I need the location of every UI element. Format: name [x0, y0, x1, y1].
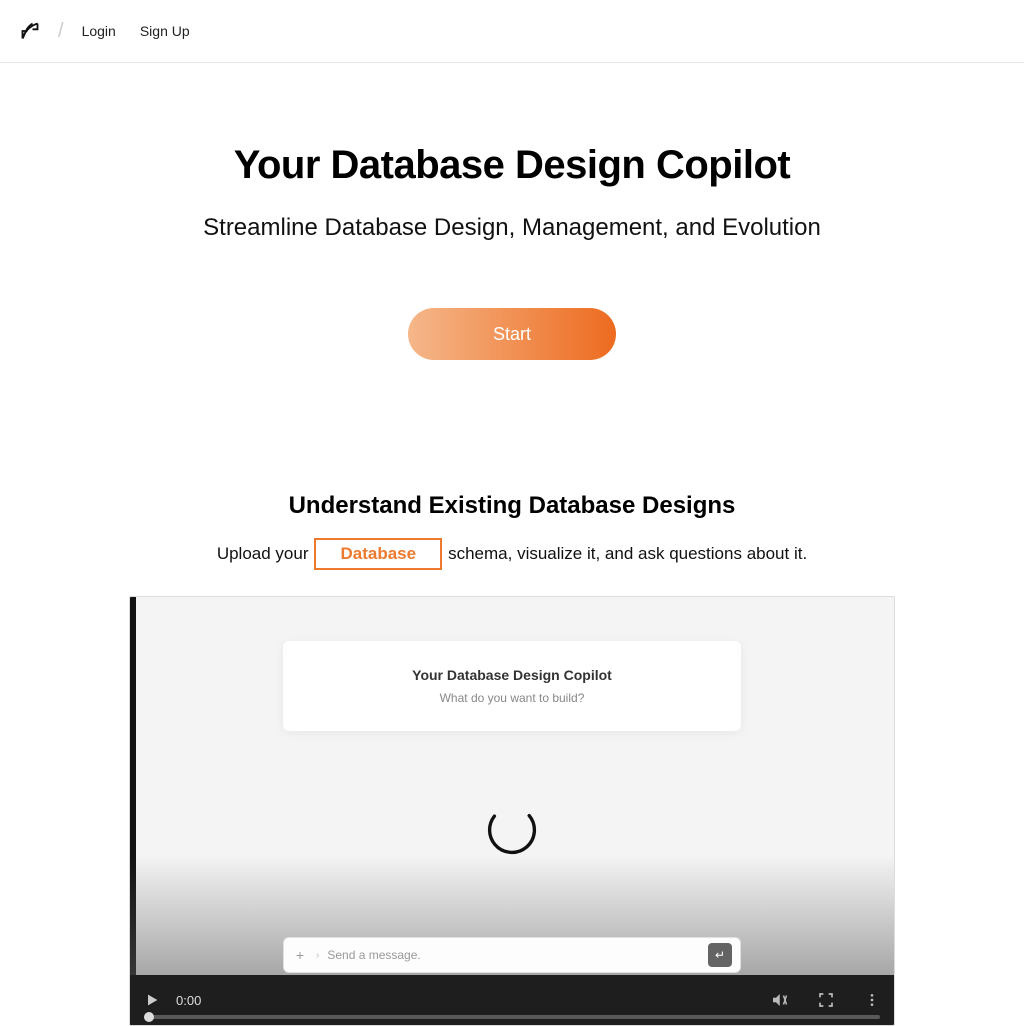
start-button[interactable]: Start	[408, 308, 616, 360]
hero-subtitle: Streamline Database Design, Management, …	[0, 214, 1024, 242]
chevron-right-icon: ›	[316, 950, 319, 961]
video-card: Your Database Design Copilot What do you…	[283, 641, 741, 731]
send-button[interactable]: ↵	[708, 943, 732, 967]
brand-logo-icon[interactable]	[20, 21, 40, 41]
breadcrumb-slash: /	[58, 20, 64, 43]
signup-link[interactable]: Sign Up	[140, 23, 190, 39]
demo-video[interactable]: Your Database Design Copilot What do you…	[129, 596, 895, 1026]
play-icon[interactable]	[144, 992, 160, 1008]
hero-title: Your Database Design Copilot	[0, 143, 1024, 188]
login-link[interactable]: Login	[82, 23, 116, 39]
loading-spinner-icon	[484, 802, 540, 858]
top-nav: / Login Sign Up	[0, 0, 1024, 63]
nav-links: Login Sign Up	[82, 23, 190, 39]
upload-line: Upload your Database schema, visualize i…	[0, 538, 1024, 570]
video-progress[interactable]	[144, 1015, 880, 1019]
video-time: 0:00	[176, 993, 201, 1008]
video-card-title: Your Database Design Copilot	[412, 667, 612, 683]
video-controls: 0:00	[130, 975, 894, 1025]
upload-suffix: schema, visualize it, and ask questions …	[448, 544, 807, 564]
mute-icon[interactable]	[770, 991, 788, 1009]
chat-placeholder: Send a message.	[327, 948, 700, 962]
hero-section: Your Database Design Copilot Streamline …	[0, 63, 1024, 360]
video-card-subtitle: What do you want to build?	[440, 691, 585, 705]
section-heading: Understand Existing Database Designs	[0, 492, 1024, 520]
fullscreen-icon[interactable]	[818, 992, 834, 1008]
chat-input-bar[interactable]: + › Send a message. ↵	[283, 937, 741, 973]
plus-icon[interactable]: +	[292, 947, 308, 963]
upload-prefix: Upload your	[217, 544, 309, 564]
database-chip[interactable]: Database	[314, 538, 442, 570]
understand-section: Understand Existing Database Designs Upl…	[0, 492, 1024, 1026]
more-icon[interactable]	[864, 992, 880, 1008]
